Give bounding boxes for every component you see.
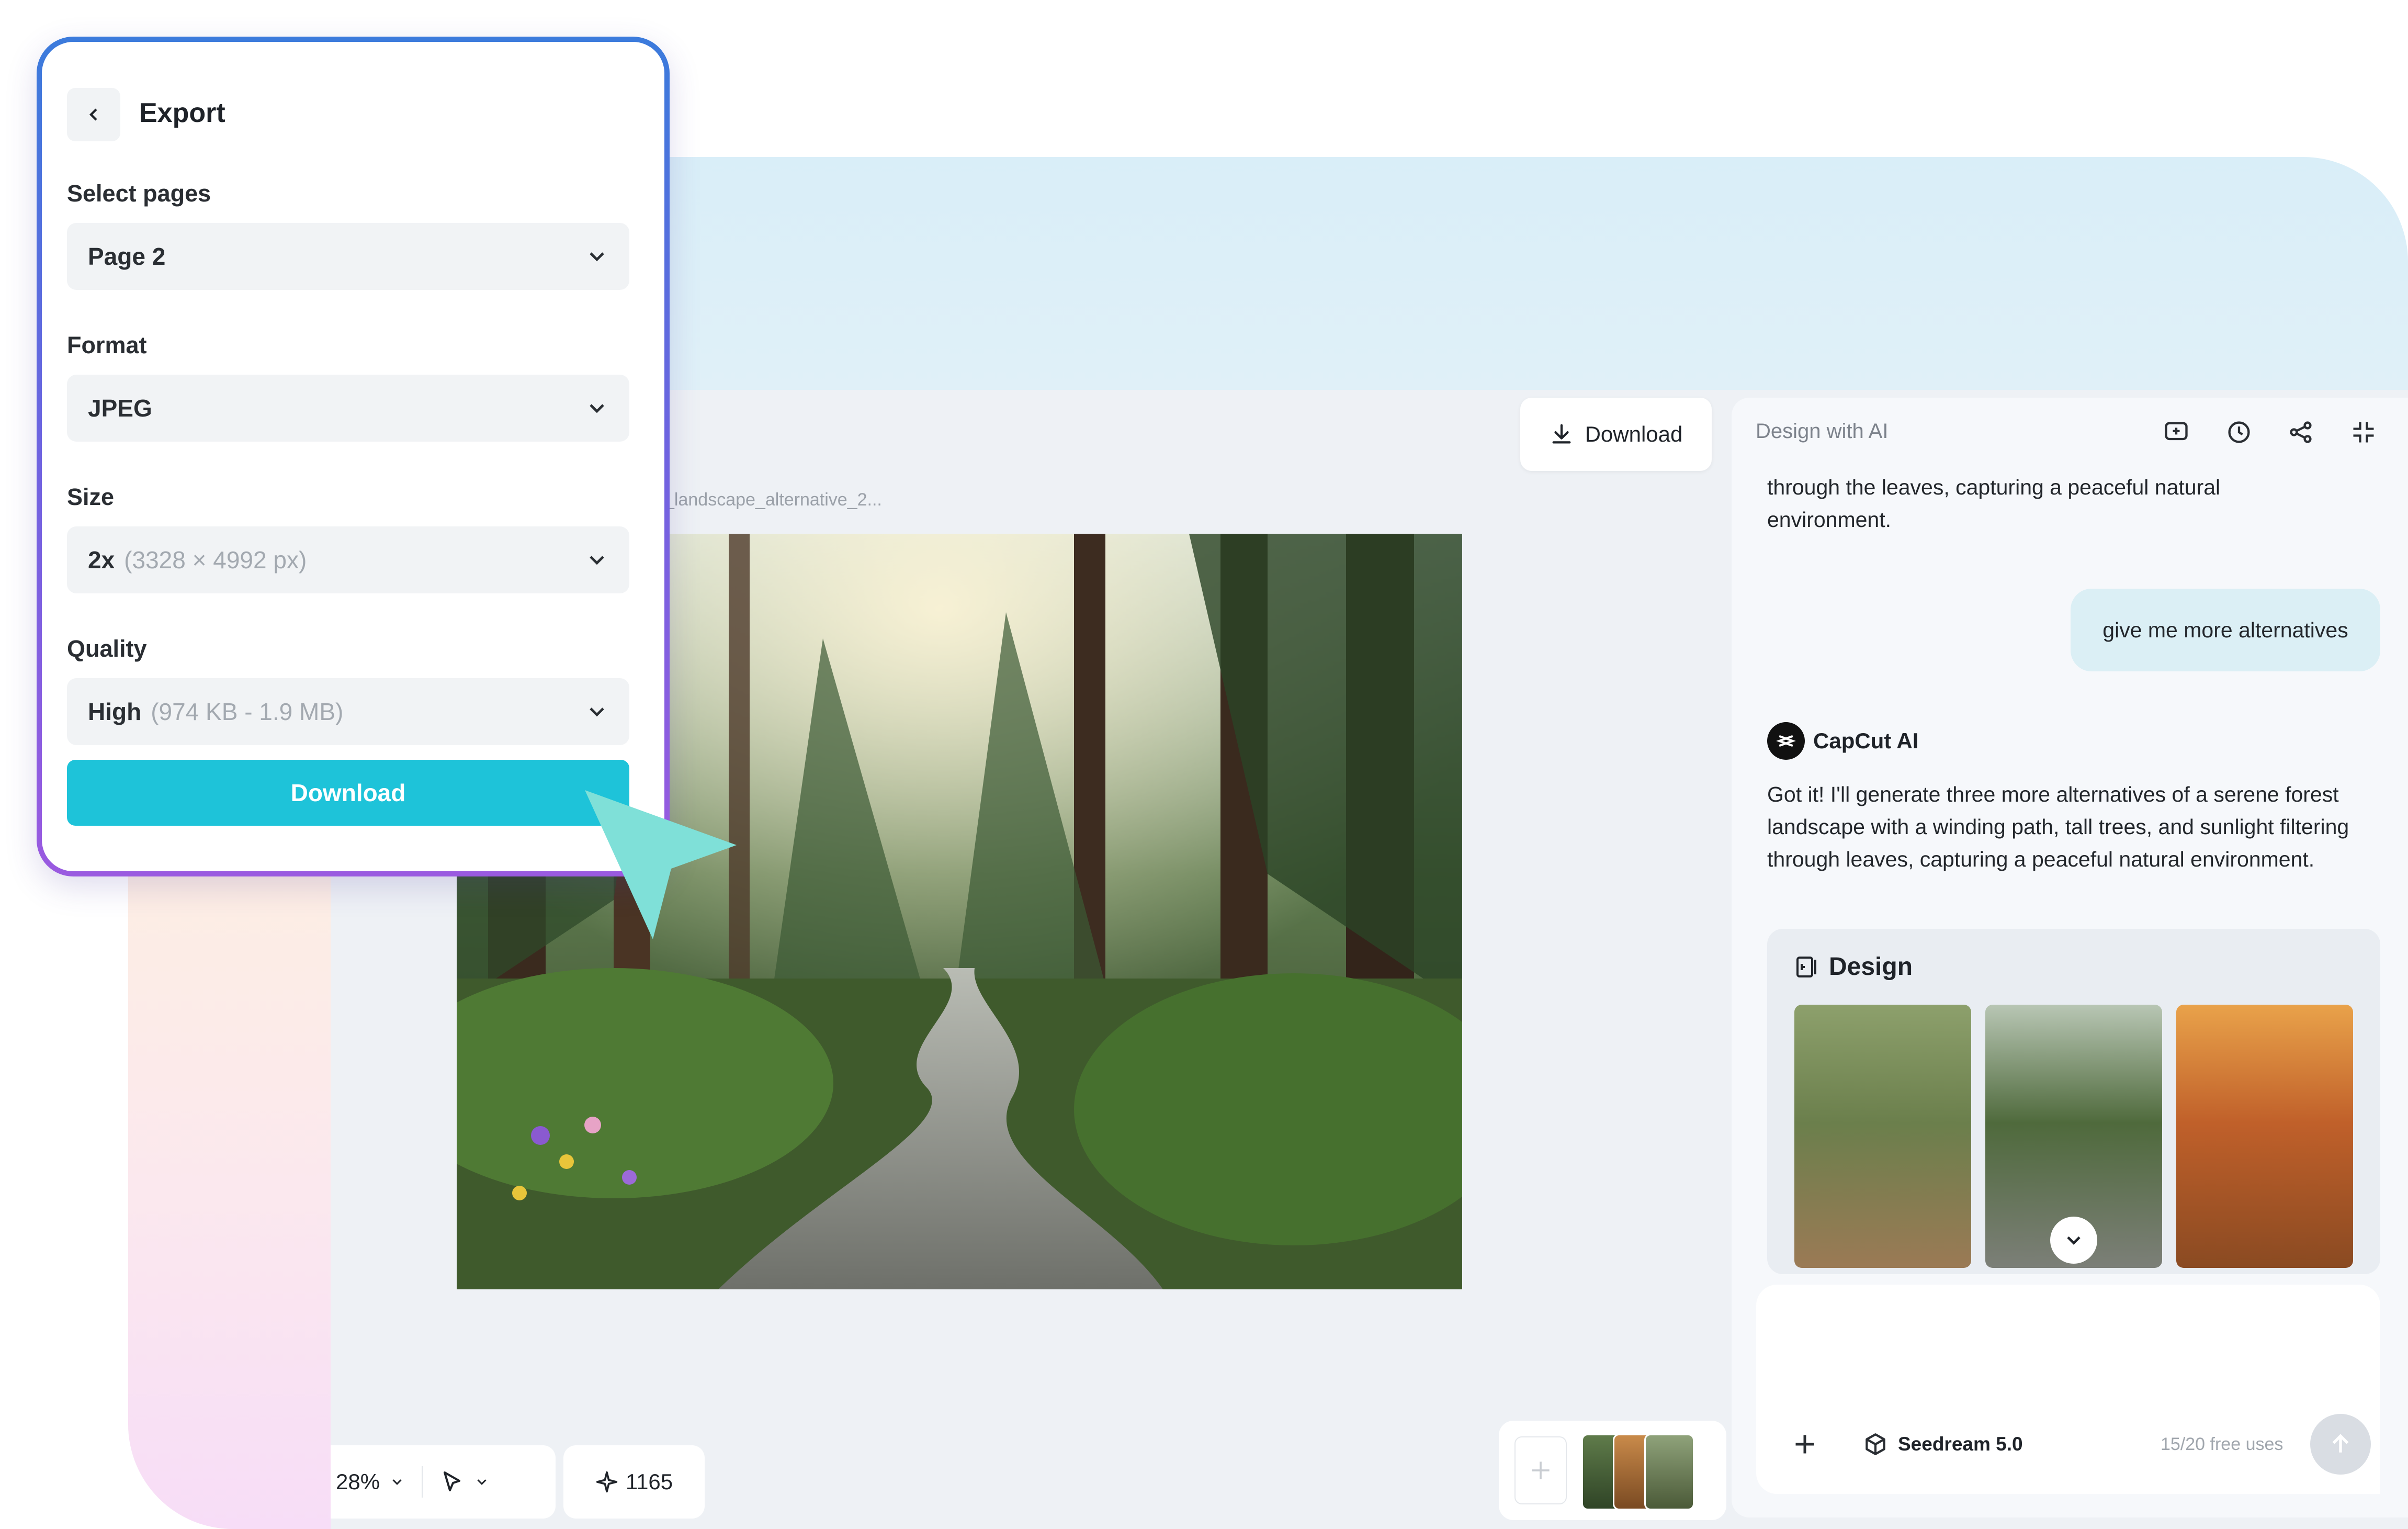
- size-dropdown[interactable]: 2x (3328 × 4992 px): [67, 526, 629, 593]
- chevron-down-icon[interactable]: [474, 1474, 490, 1490]
- format-value: JPEG: [88, 395, 152, 422]
- export-title: Export: [139, 98, 225, 128]
- chevron-down-icon: [590, 556, 604, 565]
- select-pages-dropdown[interactable]: Page 2: [67, 223, 629, 290]
- assistant-message: Got it! I'll generate three more alterna…: [1767, 782, 2349, 871]
- design-thumbnail-2[interactable]: [1985, 1005, 2162, 1268]
- size-hint: (3328 × 4992 px): [124, 546, 307, 574]
- chat-input[interactable]: [1756, 1285, 2380, 1494]
- plus-icon: [1532, 1461, 1550, 1479]
- previous-ai-message: through the leaves, capturing a peaceful…: [1767, 475, 2221, 532]
- chevron-down-icon[interactable]: [389, 1474, 405, 1490]
- credits-badge[interactable]: 1165: [563, 1445, 705, 1519]
- download-button-label: Download: [1585, 422, 1683, 446]
- assistant-name: CapCut AI: [1813, 728, 1919, 753]
- download-button[interactable]: Download: [1520, 398, 1712, 471]
- add-attachment-icon[interactable]: [1789, 1429, 1821, 1460]
- pages-bar: [1499, 1421, 1726, 1520]
- export-download-button[interactable]: Download: [67, 760, 629, 826]
- chevron-left-icon: [89, 108, 97, 121]
- quality-hint: (974 KB - 1.9 MB): [151, 698, 344, 725]
- arrow-up-icon: [2332, 1434, 2349, 1453]
- model-selector[interactable]: Seedream 5.0: [1862, 1431, 2023, 1457]
- history-icon[interactable]: [2224, 418, 2254, 447]
- select-pages-value: Page 2: [88, 243, 166, 270]
- new-chat-icon[interactable]: [2162, 418, 2191, 447]
- canvas-filename: _landscape_alternative_2...: [664, 490, 882, 510]
- credits-count: 1165: [625, 1469, 673, 1494]
- quality-dropdown[interactable]: High (974 KB - 1.9 MB): [67, 678, 629, 745]
- capcut-logo-icon: [1767, 722, 1805, 760]
- add-page-button[interactable]: [1514, 1436, 1567, 1504]
- chevron-down-icon: [590, 707, 604, 717]
- share-icon[interactable]: [2286, 418, 2315, 447]
- quality-value: High: [88, 698, 142, 725]
- download-icon: [1552, 424, 1571, 444]
- design-thumbnail-3[interactable]: [2176, 1005, 2353, 1268]
- design-icon: [1796, 956, 1816, 977]
- zoom-toolbar: 28%: [331, 1445, 556, 1519]
- back-button[interactable]: [67, 88, 120, 141]
- sparkle-icon: [596, 1471, 617, 1493]
- ai-panel-title: Design with AI: [1756, 420, 1889, 443]
- assistant-header: CapCut AI: [1767, 722, 1918, 760]
- page-thumbnail[interactable]: [1644, 1434, 1694, 1510]
- divider: [422, 1466, 423, 1498]
- model-name: Seedream 5.0: [1898, 1433, 2023, 1455]
- format-dropdown[interactable]: JPEG: [67, 375, 629, 442]
- left-sidebar-strip: [128, 858, 348, 1529]
- expand-button[interactable]: [2050, 1217, 2097, 1264]
- chevron-down-icon: [590, 404, 604, 413]
- send-button[interactable]: [2310, 1414, 2371, 1475]
- size-label: Size: [67, 484, 115, 510]
- pointer-tool-icon[interactable]: [439, 1469, 465, 1494]
- design-label: Design: [1829, 953, 1913, 981]
- chevron-down-icon: [590, 252, 604, 262]
- size-value: 2x: [88, 546, 115, 574]
- page-thumbnails[interactable]: [1581, 1434, 1697, 1510]
- user-message: give me more alternatives: [2071, 589, 2380, 671]
- export-dialog: [37, 37, 670, 876]
- collapse-icon[interactable]: [2349, 418, 2378, 447]
- free-uses-counter: 15/20 free uses: [2161, 1434, 2283, 1454]
- quality-label: Quality: [67, 635, 147, 662]
- zoom-level[interactable]: 28%: [336, 1469, 380, 1494]
- select-pages-label: Select pages: [67, 180, 211, 207]
- design-thumbnail-1[interactable]: [1794, 1005, 1971, 1268]
- chevron-down-icon: [2067, 1236, 2081, 1245]
- format-label: Format: [67, 332, 147, 358]
- design-result-header: Design: [1794, 952, 1913, 981]
- cube-icon: [1866, 1433, 1885, 1455]
- mouse-cursor-icon: [585, 790, 737, 939]
